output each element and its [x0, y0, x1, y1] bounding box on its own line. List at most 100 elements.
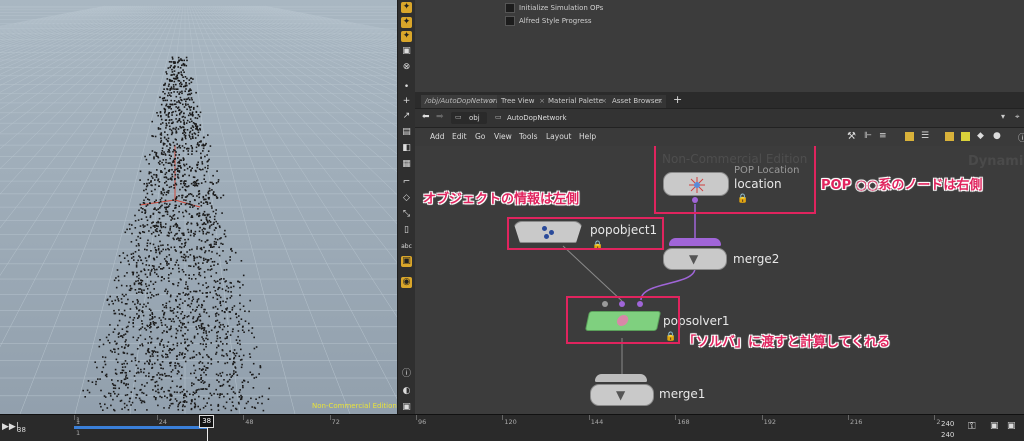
timeline-tick: [416, 415, 417, 420]
network-editor[interactable]: Non-Commercial Edition Dynami POP Locati…: [415, 146, 1024, 414]
layout-icon[interactable]: ⊩: [864, 131, 872, 141]
close-icon[interactable]: ×: [601, 95, 607, 108]
init-sim-label: Initialize Simulation OPs: [519, 4, 604, 12]
info-icon[interactable]: ⓘ: [1018, 131, 1024, 144]
timeline-tick: [588, 415, 590, 420]
merge2-node[interactable]: ▼: [663, 248, 727, 270]
tab-tree-label: Tree View: [501, 97, 535, 105]
merge1-node-name: merge1: [659, 387, 706, 401]
select-tool-icon[interactable]: ✦: [401, 2, 412, 13]
bounding-icon[interactable]: ◇: [401, 193, 412, 204]
funnel-icon: ▼: [689, 252, 699, 266]
pop-highlight-box: [654, 146, 816, 214]
tab-material-palette[interactable]: Material Palette ×: [544, 95, 610, 108]
render-icon[interactable]: ◐: [401, 386, 412, 397]
tools-icon[interactable]: ⚒: [847, 131, 856, 142]
tab-asset-browser[interactable]: Asset Browser ×: [608, 95, 666, 108]
pop-annotation: POP ○○系のノードは右側: [821, 178, 983, 193]
merge2-node-name: merge2: [733, 252, 780, 266]
back-arrow-icon[interactable]: ⬅: [422, 112, 430, 122]
menu-add[interactable]: Add: [430, 132, 445, 141]
menu-edit[interactable]: Edit: [452, 132, 467, 141]
list-icon[interactable]: ☰: [921, 131, 929, 141]
scene-viewport[interactable]: Non-Commercial Edition: [0, 0, 397, 414]
funnel-icon: ▼: [616, 388, 626, 402]
timeline-tick: [243, 415, 245, 420]
frame-icon[interactable]: ⌐: [401, 177, 412, 188]
dopnet-icon: ▭: [495, 113, 502, 121]
alfred-checkbox[interactable]: [505, 16, 515, 26]
align-icon[interactable]: ≡: [879, 131, 887, 141]
merge1-node[interactable]: ▼: [590, 384, 654, 406]
timeline-tick-label: 216: [850, 418, 863, 426]
init-sim-checkbox[interactable]: [505, 3, 515, 13]
text-icon[interactable]: abc: [401, 241, 412, 252]
sticky-note-icon[interactable]: [961, 132, 970, 141]
display-icon[interactable]: ▤: [401, 127, 412, 138]
merge1-input-bar[interactable]: [595, 374, 647, 382]
add-tab-icon[interactable]: +: [673, 93, 682, 106]
path-root[interactable]: ▭ obj: [451, 112, 487, 124]
path-root-label: obj: [469, 114, 480, 122]
camera-icon[interactable]: ▦: [401, 159, 412, 170]
ghost-icon[interactable]: ▯: [401, 225, 412, 236]
timeline-range-bar: [74, 426, 208, 429]
pin-icon[interactable]: ↗: [401, 111, 412, 122]
timeline-tick-label: 168: [677, 418, 690, 426]
folder-icon: ▭: [455, 113, 462, 121]
pose-tool-icon[interactable]: ✦: [401, 31, 412, 42]
timeline-tick-label: 72: [331, 418, 340, 426]
viewport-toolbar: ✦ ✦ ✦ ▣ ⊗ • + ↗ ▤ ◧ ▦ ⌐ ◇ ⤡ ▯ abc ▣ ◉ ⓘ …: [397, 0, 416, 414]
timeline-tick: [675, 415, 677, 420]
network-menu-bar: Add Edit Go View Tools Layout Help ⚒ ⊩ ≡…: [415, 127, 1024, 147]
color-palette-icon[interactable]: ◆: [977, 131, 984, 141]
menu-view[interactable]: View: [494, 132, 512, 141]
point-icon[interactable]: •: [401, 82, 412, 93]
info-icon[interactable]: ⓘ: [401, 369, 412, 380]
tab-tree-view[interactable]: Tree View ×: [497, 95, 548, 108]
snap-icon[interactable]: ▣: [401, 46, 412, 57]
path-dropdown-icon[interactable]: ▾: [1001, 112, 1005, 121]
timeline-tick-label: 48: [245, 418, 254, 426]
merge2-input-bar[interactable]: [669, 238, 721, 246]
magnet-icon[interactable]: ⊗: [401, 62, 412, 73]
path-node[interactable]: ▭ AutoDopNetwork: [495, 112, 591, 124]
timeline-tick: [502, 415, 504, 420]
frame-field[interactable]: 38: [17, 426, 26, 434]
menu-tools[interactable]: Tools: [519, 132, 537, 141]
settings-icon[interactable]: ▣: [1007, 421, 1016, 431]
tab-material-label: Material Palette: [548, 97, 603, 105]
timeline-tick: [761, 415, 763, 420]
handle-tool-icon[interactable]: ✦: [401, 17, 412, 28]
timeline-tick-label: 2: [936, 418, 941, 426]
end-frame-bottom: 240: [941, 431, 955, 439]
viewport-grid: [0, 5, 397, 414]
menu-layout[interactable]: Layout: [546, 132, 572, 141]
close-icon[interactable]: ×: [489, 95, 495, 108]
timeline-tick-label: 96: [418, 418, 427, 426]
grid-icon[interactable]: [905, 132, 914, 141]
timeline-tick-label: 24: [158, 418, 168, 426]
forward-arrow-icon[interactable]: ➡: [436, 112, 444, 122]
close-icon[interactable]: ×: [657, 95, 663, 108]
timeline-tick: [156, 415, 158, 420]
tab-asset-label: Asset Browser: [612, 97, 662, 105]
menu-help[interactable]: Help: [579, 132, 596, 141]
current-frame-label[interactable]: 38: [199, 415, 215, 428]
timeline-tick-label: 1: [76, 418, 81, 426]
menu-go[interactable]: Go: [475, 132, 485, 141]
tab-network[interactable]: /obj/AutoDopNetwork ×: [421, 95, 500, 108]
snapshot-icon[interactable]: ▣: [401, 402, 412, 413]
image-icon[interactable]: [945, 132, 954, 141]
vector-icon[interactable]: ⤡: [401, 209, 412, 220]
timeline-track[interactable]: 38 1 24 48 72 96 120 144 168 192 216 2: [74, 415, 941, 441]
lighting-icon[interactable]: ▣: [401, 256, 412, 267]
key-icon[interactable]: ⚿: [968, 421, 976, 432]
light-bulb-icon[interactable]: ◉: [401, 277, 412, 288]
audio-icon[interactable]: ▣: [990, 421, 999, 431]
shape-palette-icon[interactable]: ●: [993, 131, 1001, 141]
plus-icon[interactable]: +: [401, 96, 412, 107]
pin-icon[interactable]: ⌖: [1015, 112, 1020, 122]
shading-icon[interactable]: ◧: [401, 143, 412, 154]
timeline-tick: [934, 415, 936, 420]
